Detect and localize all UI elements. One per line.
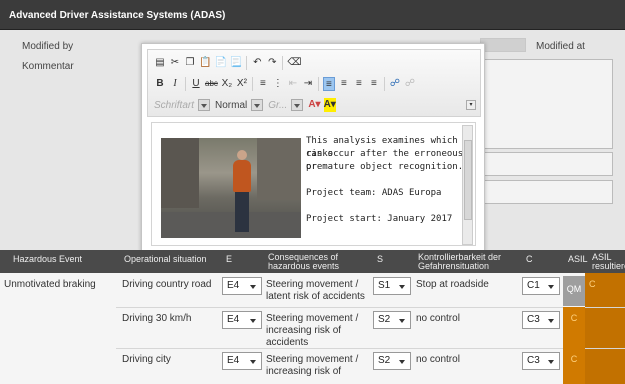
toolbar-separator (246, 56, 248, 70)
control-cell: Stop at roadside (416, 279, 489, 290)
c-select[interactable]: C3 (522, 311, 560, 329)
col-c: C (522, 250, 533, 270)
font-size-select[interactable]: Gr... (268, 98, 304, 113)
extra-field-1[interactable] (480, 152, 613, 176)
underline-button[interactable]: U (190, 77, 202, 91)
toolbar-separator (282, 56, 284, 70)
situation-cell: Driving 30 km/h (122, 313, 192, 324)
modified-by-field (480, 38, 526, 52)
copy-icon[interactable]: ❐ (184, 56, 196, 70)
c-select[interactable]: C1 (522, 277, 560, 295)
street-photo (161, 138, 301, 238)
editor-scrollbar[interactable] (462, 125, 473, 245)
e-select[interactable]: E4 (222, 277, 262, 295)
superscript-button[interactable]: X² (236, 77, 248, 91)
situation-cell: Driving country road (122, 279, 212, 290)
scrollbar-thumb[interactable] (464, 140, 472, 220)
situation-cell: Driving city (122, 354, 171, 365)
asil-result-cell: C (585, 273, 625, 384)
numbered-list-icon[interactable]: ≡ (257, 77, 269, 91)
modified-by-label: Modified by (22, 41, 74, 52)
source-icon[interactable]: ▤ (154, 56, 166, 70)
control-cell: no control (416, 313, 460, 324)
c-select[interactable]: C3 (522, 352, 560, 370)
align-right-icon[interactable]: ≡ (353, 77, 365, 91)
format-value: Normal (215, 99, 248, 111)
editor-content[interactable]: This analysis examines which risks can o… (151, 122, 476, 246)
e-select[interactable]: E4 (222, 311, 262, 329)
paste-text-icon[interactable]: 📄 (214, 56, 226, 70)
comment-field[interactable] (480, 59, 613, 149)
toolbar-separator (251, 77, 253, 91)
col-s: S (373, 250, 384, 270)
col-asil-result: ASIL resultiere (588, 250, 625, 270)
asil-badge: C (563, 348, 585, 384)
control-cell: no control (416, 354, 460, 365)
bold-button[interactable]: B (154, 77, 166, 91)
toolbar-separator (185, 77, 186, 91)
chevron-down-icon (291, 99, 304, 111)
s-select[interactable]: S2 (373, 352, 411, 370)
content-line: Project team: ADAS Europa (306, 188, 442, 198)
hazard-name: Unmotivated braking (4, 279, 96, 290)
redo-icon[interactable]: ↷ (266, 56, 278, 70)
consequence-cell: Steering movement / latent risk of accid… (266, 279, 365, 302)
align-left-icon[interactable]: ≡ (322, 77, 335, 91)
asil-badge: QM (563, 276, 585, 306)
unlink-icon[interactable]: ☍ (404, 77, 416, 91)
content-line: Project start: January 2017 (306, 214, 453, 224)
col-operational-situation: Operational situation (120, 250, 207, 270)
editor-toolbar: ▤ ✂ ❐ 📋 📄 📃 ↶ ↷ ⌫ B I U abc X₂ X² ≡ ⋮ ⇤ … (147, 49, 481, 117)
col-e: E (222, 250, 233, 270)
italic-button[interactable]: I (169, 77, 181, 91)
content-line: premature object recognition. (306, 162, 464, 172)
s-select[interactable]: S2 (373, 311, 411, 329)
modified-at-label: Modified at (536, 41, 585, 52)
cut-icon[interactable]: ✂ (169, 56, 181, 70)
consequence-cell: Steering movement / increasing risk of a… (266, 313, 359, 348)
rich-text-editor[interactable]: ▤ ✂ ❐ 📋 📄 📃 ↶ ↷ ⌫ B I U abc X₂ X² ≡ ⋮ ⇤ … (141, 43, 485, 253)
s-select[interactable]: S1 (373, 277, 411, 295)
toolbar-separator (383, 77, 385, 91)
chevron-down-icon (198, 99, 211, 111)
paste-word-icon[interactable]: 📃 (230, 56, 242, 70)
undo-icon[interactable]: ↶ (251, 56, 263, 70)
toolbar-collapse-icon[interactable]: ▾ (466, 100, 476, 110)
align-justify-icon[interactable]: ≡ (368, 77, 380, 91)
col-consequences: Consequences of hazardous events (264, 250, 364, 271)
eraser-icon[interactable]: ⌫ (287, 56, 301, 70)
text-color-icon[interactable]: A▾ (308, 98, 320, 112)
paste-icon[interactable]: 📋 (199, 56, 211, 70)
background-color-icon[interactable]: A▾ (323, 98, 336, 112)
link-icon[interactable]: ☍ (389, 77, 401, 91)
font-family-select[interactable]: Schriftart (154, 98, 211, 113)
format-select[interactable]: Normal (215, 98, 264, 113)
align-center-icon[interactable]: ≡ (338, 77, 350, 91)
outdent-icon[interactable]: ⇤ (287, 77, 299, 91)
chevron-down-icon (251, 99, 264, 111)
extra-field-2[interactable] (480, 180, 613, 204)
consequence-cell: Steering movement / increasing risk of (266, 354, 359, 377)
indent-icon[interactable]: ⇥ (302, 77, 314, 91)
hazard-table: Hazardous Event Operational situation E … (0, 250, 625, 384)
row-divider (116, 307, 625, 308)
font-family-value: Schriftart (154, 99, 195, 111)
subscript-button[interactable]: X₂ (221, 77, 233, 91)
font-size-value: Gr... (268, 99, 288, 111)
strike-button[interactable]: abc (205, 77, 218, 91)
asil-badge: C (563, 307, 585, 348)
col-asil: ASIL (564, 250, 588, 270)
toolbar-separator (317, 77, 319, 91)
row-divider (116, 348, 625, 349)
window-title: Advanced Driver Assistance Systems (ADAS… (0, 0, 625, 30)
comment-label: Kommentar (22, 61, 74, 72)
bulleted-list-icon[interactable]: ⋮ (272, 77, 284, 91)
e-select[interactable]: E4 (222, 352, 262, 370)
col-hazardous-event: Hazardous Event (9, 250, 83, 270)
col-controllability: Kontrollierbarkeit der Gefahrensituation (414, 250, 514, 271)
